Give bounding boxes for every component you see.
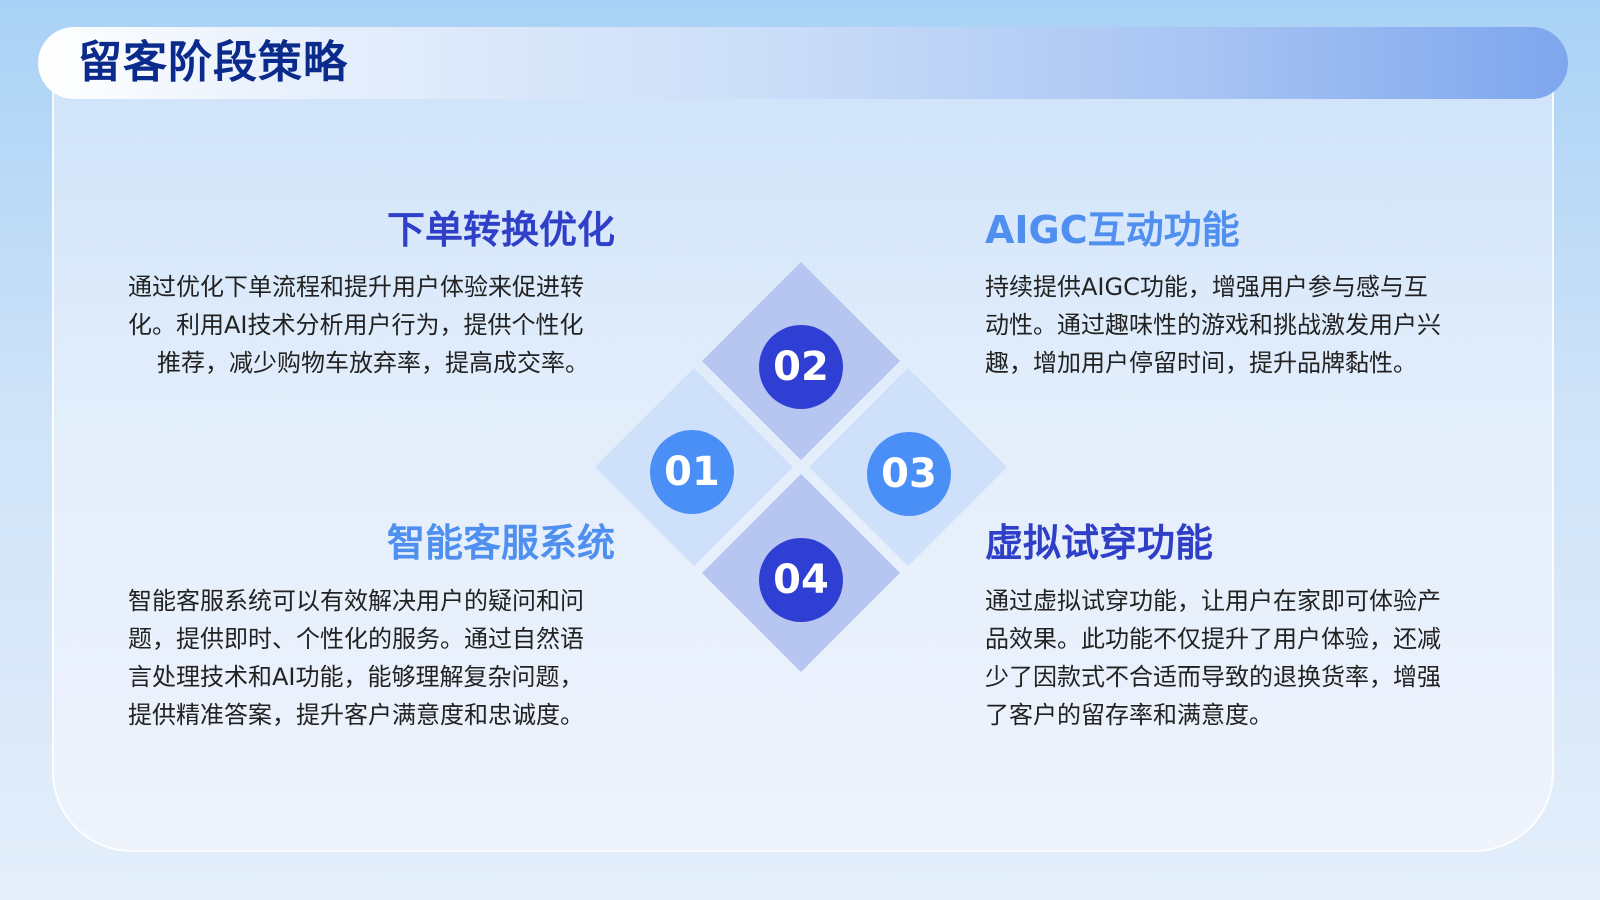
desc-line: 了客户的留存率和满意度。: [985, 701, 1273, 729]
desc-line: 趣，增加用户停留时间，提升品牌黏性。: [985, 349, 1417, 377]
section-desc-virtual-try-on: 通过虚拟试穿功能，让用户在家即可体验产 品效果。此功能不仅提升了用户体验，还减 …: [985, 582, 1475, 734]
desc-line: 提供精准答案，提升客户满意度和忠诚度。: [128, 701, 584, 729]
desc-line: 品效果。此功能不仅提升了用户体验，还减: [985, 625, 1441, 653]
step-number-01: 01: [650, 430, 734, 514]
desc-line: 言处理技术和AI功能，能够理解复杂问题，: [128, 663, 584, 691]
section-title-aigc-interaction: AIGC互动功能: [985, 208, 1240, 252]
desc-line: 通过虚拟试穿功能，让用户在家即可体验产: [985, 587, 1441, 615]
desc-line: 通过优化下单流程和提升用户体验来促进转: [128, 273, 584, 301]
section-desc-order-conversion: 通过优化下单流程和提升用户体验来促进转 化。利用AI技术分析用户行为，提供个性化…: [128, 268, 618, 382]
desc-line: 持续提供AIGC功能，增强用户参与感与互: [985, 273, 1428, 301]
section-title-virtual-try-on: 虚拟试穿功能: [985, 521, 1214, 565]
section-desc-aigc-interaction: 持续提供AIGC功能，增强用户参与感与互 动性。通过趣味性的游戏和挑战激发用户兴…: [985, 268, 1475, 382]
desc-line: 智能客服系统可以有效解决用户的疑问和问: [128, 587, 584, 615]
section-title-order-conversion: 下单转换优化: [386, 208, 615, 252]
step-number-04: 04: [759, 538, 843, 622]
step-number-03: 03: [867, 432, 951, 516]
section-title-smart-customer-service: 智能客服系统: [386, 521, 615, 565]
step-number-02: 02: [759, 325, 843, 409]
desc-line: 少了因款式不合适而导致的退换货率，增强: [985, 663, 1441, 691]
section-desc-smart-customer-service: 智能客服系统可以有效解决用户的疑问和问 题，提供即时、个性化的服务。通过自然语 …: [128, 582, 618, 734]
page-title: 留客阶段策略: [78, 37, 348, 88]
desc-line: 推荐，减少购物车放弃率，提高成交率。: [157, 349, 589, 377]
desc-line: 动性。通过趣味性的游戏和挑战激发用户兴: [985, 311, 1441, 339]
desc-line: 题，提供即时、个性化的服务。通过自然语: [128, 625, 584, 653]
desc-line: 化。利用AI技术分析用户行为，提供个性化: [128, 311, 584, 339]
